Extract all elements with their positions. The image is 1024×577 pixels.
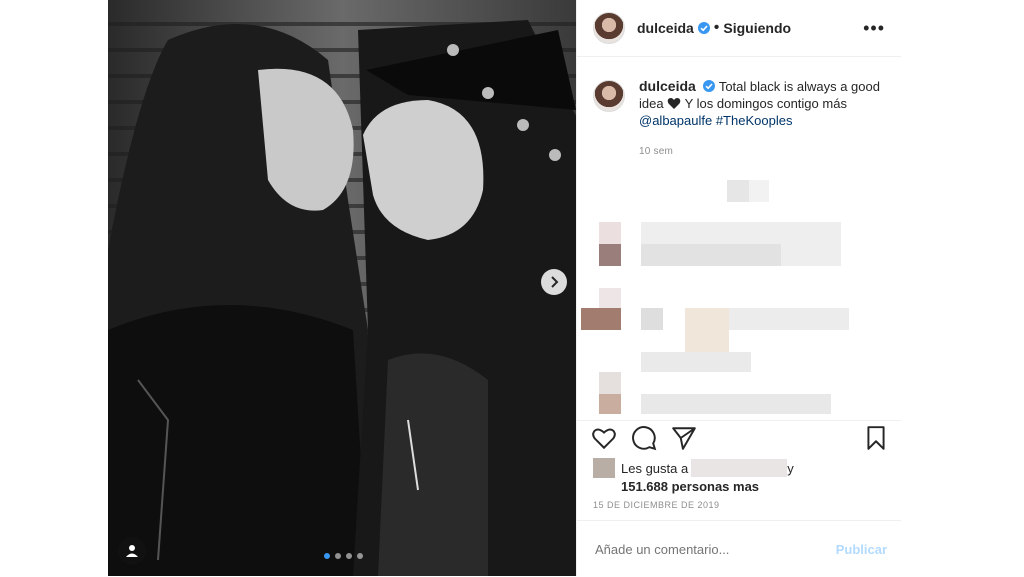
caption-block: dulceida Total black is always a good id…: [593, 78, 883, 160]
instagram-post: dulceida • Siguiendo ••• dulceida Total …: [108, 0, 901, 576]
bookmark-icon[interactable]: [863, 425, 889, 451]
chevron-right-icon: [551, 276, 559, 288]
username-link[interactable]: dulceida: [637, 20, 694, 36]
comment-input[interactable]: [593, 540, 836, 558]
carousel-indicator: [324, 553, 363, 559]
user-tag-button[interactable]: [118, 537, 146, 565]
mention-link[interactable]: @albapaulfe: [639, 113, 712, 128]
pixelated-comments: [581, 180, 849, 414]
more-options-icon[interactable]: •••: [863, 19, 885, 37]
carousel-dot: [335, 553, 341, 559]
post-date[interactable]: 15 DE DICIEMBRE DE 2019: [593, 500, 720, 510]
carousel-dot: [357, 553, 363, 559]
carousel-dot: [324, 553, 330, 559]
separator-dot: •: [713, 19, 720, 36]
follow-status-button[interactable]: Siguiendo: [723, 20, 791, 36]
post-photo[interactable]: [108, 0, 576, 576]
carousel-dot: [346, 553, 352, 559]
caption-timestamp[interactable]: 10 sem: [639, 143, 883, 160]
likes-summary: Les gusta a y 151.688 personas mas: [593, 458, 794, 494]
verified-badge-icon: [703, 80, 716, 92]
post-header: dulceida • Siguiendo •••: [577, 0, 901, 57]
likes-suffix: y: [787, 460, 794, 476]
caption-body-continued: Y los domingos contigo más: [684, 96, 847, 111]
avatar[interactable]: [593, 80, 625, 112]
user-tag-icon: [126, 545, 138, 557]
caption-username[interactable]: dulceida: [639, 78, 696, 94]
action-bar: [577, 420, 901, 457]
likes-count[interactable]: 151.688 personas mas: [621, 479, 794, 494]
hashtag-link[interactable]: #TheKooples: [716, 113, 793, 128]
carousel-next-button[interactable]: [541, 269, 567, 295]
caption-text: dulceida Total black is always a good id…: [639, 78, 883, 160]
redacted-username: [691, 459, 788, 477]
likes-prefix: Les gusta a: [621, 460, 689, 476]
comment-bar: Publicar: [577, 520, 901, 577]
publish-button[interactable]: Publicar: [836, 542, 887, 557]
verified-badge-icon: [697, 22, 710, 34]
avatar[interactable]: [593, 12, 625, 44]
liker-avatar: [593, 458, 615, 478]
heart-icon[interactable]: [591, 425, 617, 451]
black-heart-emoji-icon: [667, 97, 681, 109]
share-icon[interactable]: [671, 425, 697, 451]
comment-icon[interactable]: [631, 425, 657, 451]
post-image: [108, 0, 576, 576]
post-sidebar: dulceida • Siguiendo ••• dulceida Total …: [576, 0, 901, 576]
